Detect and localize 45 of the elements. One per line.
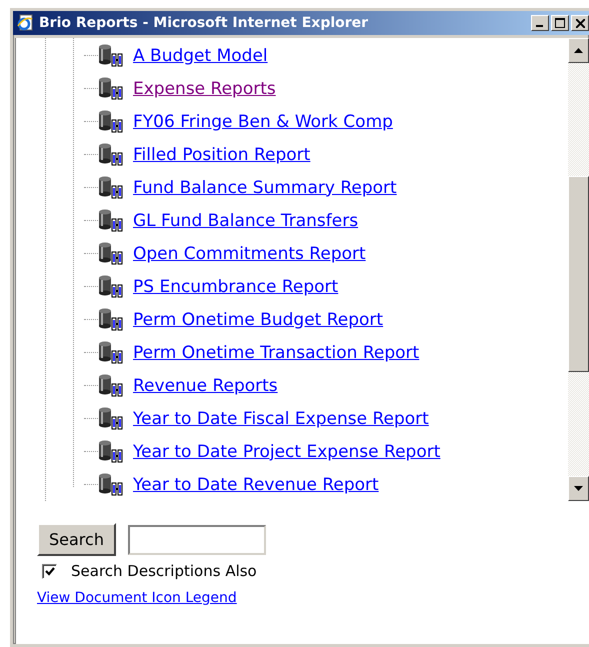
database-report-icon (98, 374, 124, 398)
close-button[interactable] (571, 15, 589, 31)
database-report-icon (98, 142, 124, 166)
database-report-icon (98, 176, 124, 200)
scroll-thumb[interactable] (568, 176, 589, 372)
report-link[interactable]: A Budget Model (133, 46, 268, 66)
database-report-icon (98, 110, 124, 134)
report-link[interactable]: Year to Date Fiscal Expense Report (133, 408, 429, 428)
down-arrow-icon (574, 486, 583, 491)
database-report-icon (98, 406, 124, 430)
close-icon (576, 18, 584, 28)
database-report-icon (98, 440, 124, 464)
legend-link[interactable]: View Document Icon Legend (37, 590, 589, 606)
up-arrow-icon (574, 48, 583, 53)
window-title: Brio Reports - Microsoft Internet Explorer (39, 15, 370, 31)
search-button[interactable]: Search (37, 523, 116, 556)
report-link[interactable]: Filled Position Report (133, 144, 310, 164)
database-report-icon (98, 308, 124, 332)
report-link[interactable]: Revenue Reports (133, 376, 278, 396)
report-link[interactable]: Open Commitments Report (133, 244, 366, 264)
database-report-icon (98, 242, 124, 266)
database-report-icon (98, 44, 124, 68)
database-report-icon (98, 274, 124, 298)
report-link[interactable]: Year to Date Project Expense Report (133, 442, 440, 462)
report-link[interactable]: FY06 Fringe Ben & Work Comp (133, 112, 393, 132)
minimize-button[interactable] (531, 15, 549, 31)
database-report-icon (98, 208, 124, 232)
report-link[interactable]: Expense Reports (133, 78, 276, 98)
database-report-icon (98, 340, 124, 364)
report-link[interactable]: PS Encumbrance Report (133, 276, 338, 296)
scroll-down-button[interactable] (568, 476, 589, 501)
report-link[interactable]: GL Fund Balance Transfers (133, 210, 358, 230)
database-report-icon (98, 472, 124, 496)
scrollbar[interactable] (568, 38, 589, 501)
report-link[interactable]: Perm Onetime Budget Report (133, 310, 384, 330)
search-field[interactable] (128, 524, 266, 554)
report-link[interactable]: Year to Date Revenue Report (133, 474, 379, 494)
report-link[interactable]: Fund Balance Summary Report (133, 178, 397, 198)
maximize-icon (555, 18, 565, 28)
report-link[interactable]: Perm Onetime Transaction Report (133, 342, 420, 362)
browser-icon (16, 14, 34, 32)
checkbox-label: Search Descriptions Also (71, 562, 257, 580)
database-report-icon (98, 76, 124, 100)
scroll-up-button[interactable] (568, 38, 589, 63)
maximize-button[interactable] (551, 15, 569, 31)
